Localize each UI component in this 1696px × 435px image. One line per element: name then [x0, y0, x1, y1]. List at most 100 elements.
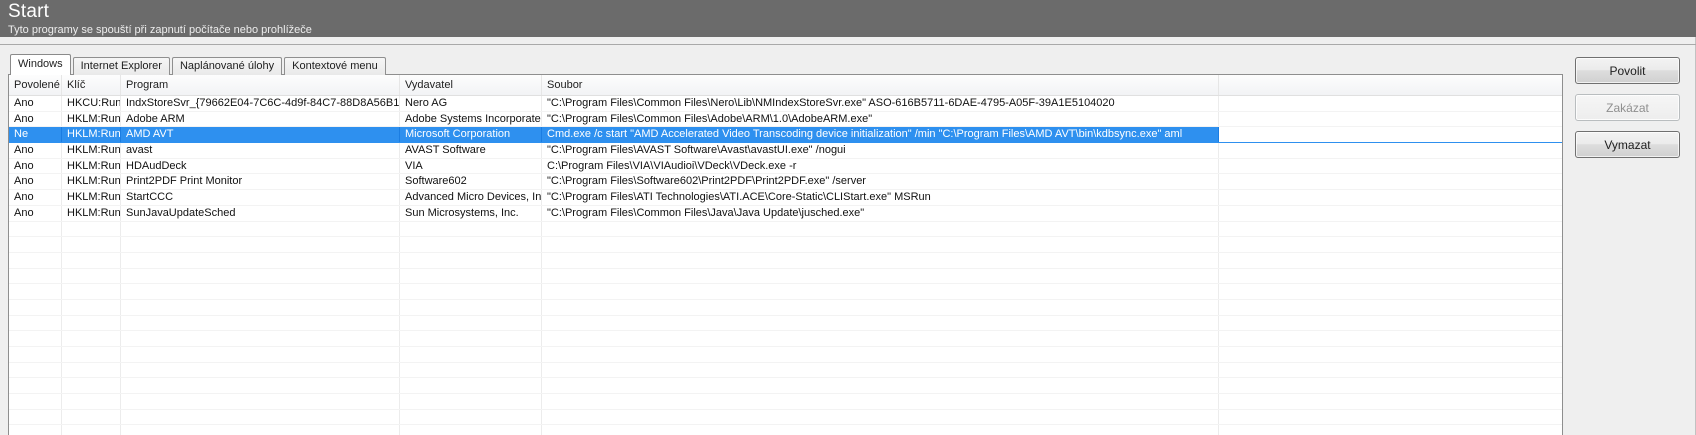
cell-program: avast — [121, 143, 400, 158]
tab-context-menu[interactable]: Kontextové menu — [284, 57, 386, 75]
empty-cell — [1219, 378, 1562, 393]
table-row[interactable]: Ano HKLM:Run avast AVAST Software "C:\Pr… — [9, 143, 1562, 159]
empty-cell — [400, 299, 542, 315]
cell-key: HKLM:Run — [62, 143, 121, 158]
empty-cell — [62, 315, 121, 331]
table-row[interactable]: Ano HKLM:Run StartCCC Advanced Micro Dev… — [9, 190, 1562, 206]
empty-cell — [121, 315, 400, 331]
column-header-publisher[interactable]: Vydavatel — [400, 75, 542, 95]
vymazat-button[interactable]: Vymazat — [1575, 131, 1680, 158]
cell-program: AMD AVT — [121, 127, 400, 143]
cell-publisher: Software602 — [400, 174, 542, 190]
empty-table-row — [9, 221, 1562, 238]
empty-cell — [62, 237, 121, 252]
table-header-row: Povolené Klíč Program Vydavatel Soubor — [9, 75, 1562, 96]
empty-cell — [400, 284, 542, 299]
table-row[interactable]: Ano HKLM:Run HDAudDeck VIA C:\Program Fi… — [9, 158, 1562, 175]
empty-cell — [9, 237, 62, 252]
empty-cell — [400, 315, 542, 331]
zakazat-button[interactable]: Zakázat — [1575, 94, 1680, 121]
empty-cell — [1219, 410, 1562, 425]
empty-cell — [62, 394, 121, 409]
cell-key: HKCU:Run — [62, 96, 121, 111]
empty-cell — [542, 299, 1219, 315]
empty-cell — [542, 362, 1219, 378]
cell-file: "C:\Program Files\AVAST Software\Avast\a… — [542, 143, 1219, 158]
cell-blank — [1219, 174, 1562, 189]
cell-enabled: Ano — [9, 174, 62, 190]
empty-cell — [9, 221, 62, 237]
cell-file: C:\Program Files\VIA\VIAudioi\VDeck\VDec… — [542, 158, 1219, 174]
empty-cell — [9, 252, 62, 268]
empty-table-row — [9, 331, 1562, 347]
table-row[interactable]: Ano HKCU:Run IndxStoreSvr_{79662E04-7C6C… — [9, 96, 1562, 112]
empty-cell — [1219, 253, 1562, 268]
empty-cell — [542, 221, 1219, 237]
empty-cell — [62, 268, 121, 284]
empty-cell — [400, 425, 542, 435]
page-header: Start Tyto programy se spouští při zapnu… — [0, 0, 1696, 37]
empty-cell — [1219, 331, 1562, 346]
cell-publisher: Adobe Systems Incorporated — [400, 111, 542, 127]
cell-publisher: Nero AG — [400, 96, 542, 111]
column-header-program[interactable]: Program — [121, 75, 400, 95]
cell-enabled: Ano — [9, 96, 62, 111]
table-row-selected[interactable]: Ne HKLM:Run AMD AVT Microsoft Corporatio… — [9, 127, 1562, 144]
table-row[interactable]: Ano HKLM:Run Print2PDF Print Monitor Sof… — [9, 174, 1562, 191]
empty-cell — [1219, 363, 1562, 378]
cell-publisher: Advanced Micro Devices, Inc. — [400, 190, 542, 205]
header-divider — [0, 44, 1696, 45]
empty-cell — [400, 268, 542, 284]
cell-blank — [1219, 190, 1562, 205]
empty-cell — [121, 347, 400, 362]
empty-cell — [62, 347, 121, 362]
cell-publisher: VIA — [400, 158, 542, 174]
empty-table-row — [9, 299, 1562, 316]
empty-cell — [121, 284, 400, 299]
empty-cell — [121, 331, 400, 346]
cell-file: "C:\Program Files\Common Files\Java\Java… — [542, 205, 1219, 221]
empty-table-row — [9, 315, 1562, 332]
table-row[interactable]: Ano HKLM:Run Adobe ARM Adobe Systems Inc… — [9, 111, 1562, 128]
cell-publisher: Microsoft Corporation — [400, 127, 542, 143]
povolit-button[interactable]: Povolit — [1575, 57, 1680, 84]
empty-cell — [62, 331, 121, 346]
cell-blank — [1219, 143, 1562, 158]
cell-file: "C:\Program Files\Common Files\Nero\Lib\… — [542, 96, 1219, 111]
empty-cell — [62, 409, 121, 425]
empty-cell — [9, 331, 62, 346]
cell-enabled: Ne — [9, 127, 62, 143]
cell-program: Print2PDF Print Monitor — [121, 174, 400, 190]
cell-publisher: Sun Microsystems, Inc. — [400, 205, 542, 221]
cell-blank — [1219, 96, 1562, 111]
empty-rows-area — [9, 221, 1562, 435]
empty-cell — [62, 362, 121, 378]
empty-cell — [542, 394, 1219, 409]
page-subtitle: Tyto programy se spouští při zapnutí poč… — [8, 24, 312, 36]
empty-cell — [121, 299, 400, 315]
empty-cell — [62, 378, 121, 394]
column-header-file[interactable]: Soubor — [542, 75, 1219, 95]
empty-cell — [62, 252, 121, 268]
tab-internet-explorer[interactable]: Internet Explorer — [72, 57, 170, 75]
cell-program: StartCCC — [121, 190, 400, 205]
empty-cell — [542, 425, 1219, 435]
cell-key: HKLM:Run — [62, 158, 121, 174]
table-row[interactable]: Ano HKLM:Run SunJavaUpdateSched Sun Micr… — [9, 205, 1562, 222]
empty-cell — [121, 425, 400, 435]
cell-enabled: Ano — [9, 158, 62, 174]
empty-cell — [400, 331, 542, 346]
empty-cell — [62, 284, 121, 299]
tab-scheduled-tasks[interactable]: Naplánované úlohy — [171, 57, 283, 75]
empty-cell — [542, 268, 1219, 284]
empty-cell — [1219, 269, 1562, 284]
tab-windows[interactable]: Windows — [10, 54, 71, 75]
column-header-enabled[interactable]: Povolené — [9, 75, 62, 95]
empty-cell — [1219, 284, 1562, 299]
column-header-key[interactable]: Klíč — [62, 75, 121, 95]
column-header-blank — [1219, 75, 1562, 95]
empty-cell — [121, 394, 400, 409]
empty-cell — [9, 409, 62, 425]
cell-program: Adobe ARM — [121, 111, 400, 127]
empty-cell — [9, 347, 62, 362]
